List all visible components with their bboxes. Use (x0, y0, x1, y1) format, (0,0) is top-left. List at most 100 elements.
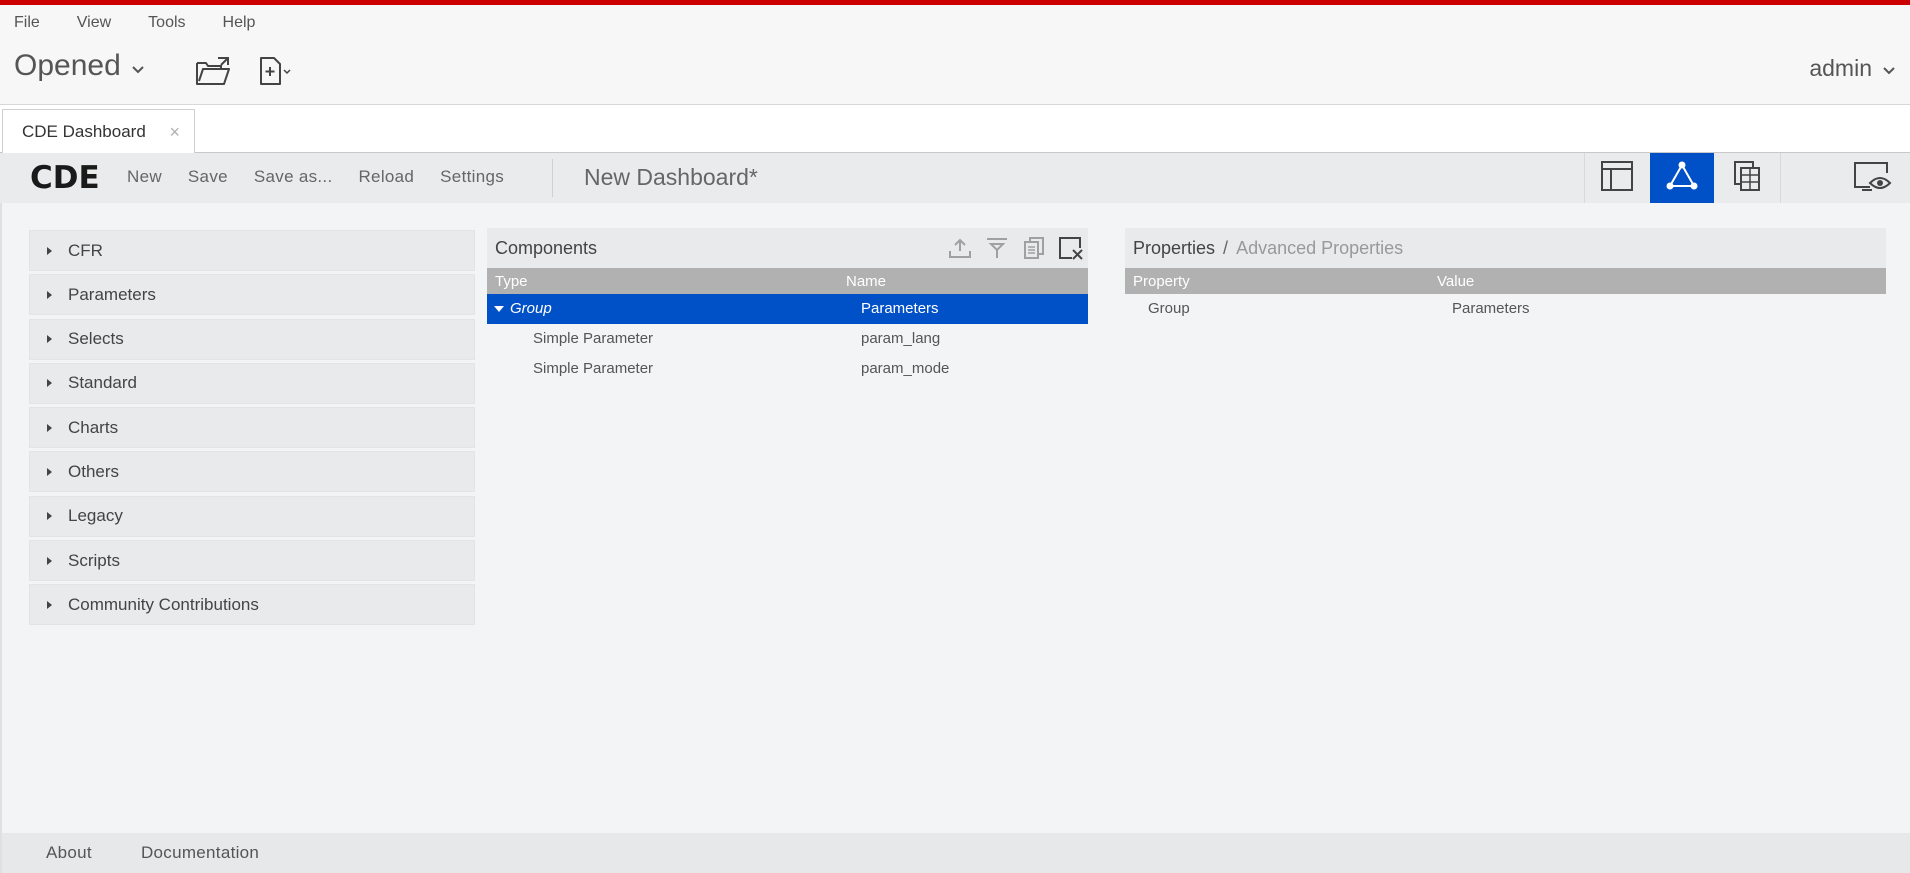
caret-right-icon (47, 423, 52, 432)
caret-right-icon (47, 467, 52, 476)
category-label: Standard (68, 373, 137, 393)
menu-bar: File View Tools Help (0, 5, 1910, 41)
footer: About Documentation (0, 833, 1910, 873)
opened-dropdown[interactable]: Opened (14, 49, 145, 83)
cde-menu: New Save Save as... Reload Settings (127, 167, 530, 187)
category-label: Charts (68, 417, 119, 437)
row-type: Simple Parameter (533, 330, 654, 347)
save-as-button[interactable]: Save as... (254, 167, 333, 187)
caret-right-icon (47, 290, 52, 299)
category-parameters[interactable]: Parameters (29, 274, 475, 316)
move-up-icon[interactable] (945, 233, 975, 263)
caret-right-icon (47, 512, 52, 521)
row-name: Parameters (861, 300, 939, 317)
category-cfr[interactable]: CFR (29, 230, 475, 271)
component-row[interactable]: Simple Parameter param_mode (487, 354, 1088, 384)
delete-icon[interactable] (1056, 233, 1086, 263)
category-label: Scripts (68, 550, 120, 570)
tab-cde-dashboard[interactable]: CDE Dashboard × (2, 109, 195, 154)
datasources-mode-button[interactable] (1715, 153, 1779, 203)
breadcrumb-separator: / (1223, 237, 1229, 258)
new-file-icon[interactable] (255, 53, 295, 89)
category-others[interactable]: Others (29, 451, 475, 493)
layout-icon (1600, 160, 1634, 197)
preview-mode-button[interactable] (1840, 153, 1904, 203)
components-tools (938, 233, 1086, 263)
caret-right-icon (47, 335, 52, 344)
category-scripts[interactable]: Scripts (29, 540, 475, 582)
move-down-icon[interactable] (982, 233, 1012, 263)
cde-toolbar: CDE New Save Save as... Reload Settings … (0, 153, 1910, 203)
column-type[interactable]: Type (495, 273, 528, 290)
save-button[interactable]: Save (188, 167, 228, 187)
category-charts[interactable]: Charts (29, 407, 475, 449)
tab-strip: CDE Dashboard × (0, 106, 1910, 154)
component-row[interactable]: Simple Parameter param_lang (487, 324, 1088, 354)
component-row-group[interactable]: Group Parameters (487, 294, 1088, 324)
menu-tools[interactable]: Tools (148, 14, 185, 32)
tab-advanced-properties[interactable]: Advanced Properties (1236, 238, 1403, 259)
components-panel: Components Type Name Group Parameters Si… (487, 228, 1088, 384)
menu-help[interactable]: Help (223, 14, 256, 32)
main-area: CFR Parameters Selects Standard Charts O… (0, 203, 1910, 833)
tab-properties[interactable]: Properties (1133, 238, 1215, 259)
datasources-icon (1730, 159, 1764, 198)
about-link[interactable]: About (46, 843, 92, 863)
category-label: Community Contributions (68, 594, 259, 614)
page: File View Tools Help Opened admin CDE Da… (0, 0, 1910, 873)
reload-button[interactable]: Reload (358, 167, 414, 187)
cde-logo: CDE (30, 160, 100, 196)
caret-right-icon (47, 556, 52, 565)
caret-right-icon (47, 379, 52, 388)
menu-file[interactable]: File (14, 14, 40, 32)
settings-button[interactable]: Settings (440, 167, 504, 187)
column-name[interactable]: Name (846, 273, 886, 290)
property-name: Group (1148, 300, 1190, 317)
menu-view[interactable]: View (77, 14, 111, 32)
category-label: Legacy (68, 506, 123, 526)
caret-right-icon (47, 600, 52, 609)
row-type: Group (510, 300, 552, 317)
category-label: Parameters (68, 284, 156, 304)
properties-column-header: Property Value (1125, 268, 1886, 294)
category-label: Selects (68, 329, 124, 349)
components-header: Components (487, 228, 1088, 268)
caret-down-icon[interactable] (494, 306, 504, 312)
row-type: Simple Parameter (533, 360, 654, 377)
caret-right-icon (47, 246, 52, 255)
property-row[interactable]: Group Parameters (1125, 294, 1886, 324)
category-selects[interactable]: Selects (29, 318, 475, 360)
components-mode-button[interactable] (1650, 153, 1714, 203)
components-column-header: Type Name (487, 268, 1088, 294)
properties-panel: Properties / Advanced Properties Propert… (1125, 228, 1886, 324)
header: Opened admin (0, 41, 1910, 105)
layout-mode-button[interactable] (1585, 153, 1649, 203)
open-folder-icon[interactable] (193, 53, 233, 89)
dashboard-title: New Dashboard* (584, 164, 758, 190)
column-value: Value (1437, 273, 1475, 290)
preview-icon (1852, 159, 1892, 198)
row-name: param_lang (861, 330, 941, 347)
user-name: admin (1809, 55, 1872, 81)
property-value[interactable]: Parameters (1452, 300, 1530, 317)
duplicate-icon[interactable] (1019, 233, 1049, 263)
column-property: Property (1133, 273, 1190, 290)
chevron-down-icon (1882, 55, 1896, 82)
documentation-link[interactable]: Documentation (141, 843, 259, 863)
row-name: param_mode (861, 360, 950, 377)
components-title: Components (495, 237, 598, 258)
user-menu[interactable]: admin (1809, 55, 1896, 82)
properties-header: Properties / Advanced Properties (1125, 228, 1886, 268)
category-standard[interactable]: Standard (29, 362, 475, 404)
tab-label: CDE Dashboard (22, 121, 146, 141)
chevron-down-icon (131, 49, 145, 83)
category-community-contributions[interactable]: Community Contributions (29, 584, 475, 626)
components-icon (1664, 160, 1700, 197)
opened-label: Opened (14, 49, 121, 82)
category-legacy[interactable]: Legacy (29, 495, 475, 537)
toolbar-divider (552, 159, 553, 197)
category-label: Others (68, 461, 120, 481)
close-icon[interactable]: × (169, 122, 180, 143)
new-button[interactable]: New (127, 167, 162, 187)
category-label: CFR (68, 240, 103, 260)
